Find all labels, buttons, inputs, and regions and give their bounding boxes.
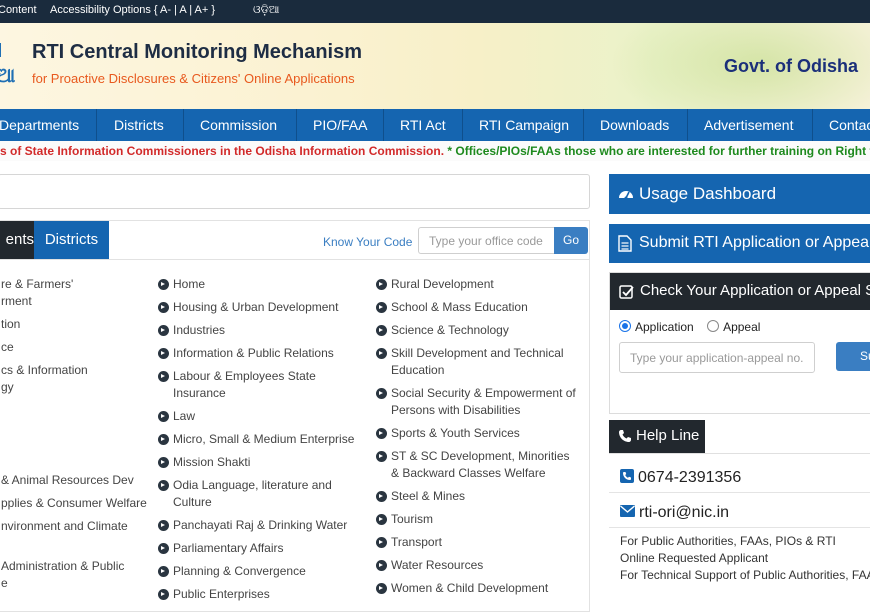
nav-districts[interactable]: Districts	[114, 109, 164, 141]
ticker-text-green: * Offices/PIOs/FAAs those who are intere…	[447, 144, 870, 158]
arrow-circle-icon	[158, 302, 169, 313]
helpline-note-3: For Technical Support of Public Authorit…	[620, 568, 870, 582]
arrow-circle-icon	[376, 560, 387, 571]
nav-rti-act[interactable]: RTI Act	[400, 109, 446, 141]
nav-departments[interactable]: Departments	[0, 109, 79, 141]
list-item[interactable]: cs & Information	[1, 362, 88, 379]
check-application-header: Check Your Application or Appeal S	[610, 273, 870, 310]
list-item[interactable]: Administration & Public	[1, 558, 124, 575]
nav-rti-campaign[interactable]: RTI Campaign	[479, 109, 569, 141]
arrow-circle-icon	[376, 348, 387, 359]
skip-to-content-link[interactable]: Content	[0, 4, 37, 16]
divider	[609, 492, 870, 493]
arrow-circle-icon	[158, 543, 169, 554]
nav-advertisement[interactable]: Advertisement	[704, 109, 793, 141]
ticker-text-red: s of State Information Commissioners in …	[0, 144, 445, 158]
tab-districts[interactable]: Districts	[34, 221, 109, 259]
arrow-circle-icon	[376, 388, 387, 399]
list-item[interactable]: tion	[1, 316, 20, 333]
arrow-circle-icon	[376, 325, 387, 336]
logo[interactable]: ଆ	[0, 43, 15, 105]
tab-bar: ents Districts Know Your Code Go	[0, 221, 589, 260]
phone-square-icon	[620, 469, 634, 483]
check-application-panel: Check Your Application or Appeal S Appli…	[609, 272, 870, 414]
tab-departments[interactable]: ents	[0, 221, 34, 259]
nav-contact[interactable]: Contac	[829, 109, 870, 141]
submit-rti-label: Submit RTI Application or Appea	[639, 234, 870, 251]
radio-appeal[interactable]: Appeal	[707, 320, 760, 334]
radio-unselected-icon	[707, 320, 720, 332]
arrow-circle-icon	[158, 434, 169, 445]
arrow-circle-icon	[158, 480, 169, 491]
helpline-email[interactable]: rti-ori@nic.in	[620, 504, 729, 522]
office-code-input[interactable]	[418, 227, 554, 254]
nav-pio-faa[interactable]: PIO/FAA	[313, 109, 367, 141]
site-subtitle: for Proactive Disclosures & Citizens' On…	[32, 71, 355, 86]
check-submit-button[interactable]: Su	[836, 342, 870, 371]
divider	[609, 453, 870, 454]
radio-application[interactable]: Application	[619, 320, 694, 334]
helpline-title: Help Line	[636, 427, 700, 444]
list-item[interactable]: re & Farmers'	[1, 276, 73, 293]
arrow-circle-icon	[158, 520, 169, 531]
odia-language-link[interactable]: ଓଡ଼ିଆ	[253, 4, 279, 17]
helpline-note-2: Online Requested Applicant	[620, 551, 769, 565]
helpline-panel: Help Line 0674-2391356 rti-ori@nic.in Fo…	[609, 420, 870, 600]
nav-commission[interactable]: Commission	[200, 109, 277, 141]
list-item[interactable]: & Animal Resources Dev	[1, 472, 134, 489]
radio-selected-icon	[619, 320, 631, 332]
helpline-note-1: For Public Authorities, FAAs, PIOs & RTI	[620, 534, 836, 548]
arrow-circle-icon	[158, 348, 169, 359]
document-icon	[618, 235, 632, 252]
arrow-circle-icon	[158, 589, 169, 600]
dashboard-gauge-icon	[619, 191, 633, 200]
news-ticker[interactable]: s of State Information Commissioners in …	[0, 141, 870, 161]
phone-icon	[619, 430, 631, 442]
helpline-phone[interactable]: 0674-2391356	[620, 469, 741, 487]
arrow-circle-icon	[376, 451, 387, 462]
go-button[interactable]: Go	[554, 227, 588, 254]
list-item[interactable]: rment	[1, 293, 32, 310]
envelope-icon	[620, 505, 635, 517]
divider	[609, 527, 870, 528]
arrow-circle-icon	[376, 428, 387, 439]
govt-of-odisha: Govt. of Odisha	[724, 56, 859, 76]
arrow-circle-icon	[158, 566, 169, 577]
list-item[interactable]: e	[1, 575, 8, 592]
arrow-circle-icon	[376, 491, 387, 502]
check-application-title: Check Your Application or Appeal S	[640, 282, 870, 299]
list-item[interactable]: pplies & Consumer Welfare	[1, 495, 147, 512]
submit-rti-button[interactable]: Submit RTI Application or Appea	[609, 224, 870, 263]
usage-dashboard-button[interactable]: Usage Dashboard	[609, 174, 870, 214]
application-type-radios: Application Appeal	[619, 320, 760, 334]
arrow-circle-icon	[158, 411, 169, 422]
arrow-circle-icon	[158, 279, 169, 290]
global-search-input[interactable]	[0, 174, 590, 209]
checkbox-icon	[619, 285, 634, 299]
arrow-circle-icon	[376, 583, 387, 594]
arrow-circle-icon	[376, 514, 387, 525]
site-title: RTI Central Monitoring Mechanism	[32, 41, 363, 63]
arrow-circle-icon	[376, 279, 387, 290]
helpline-header: Help Line	[609, 420, 705, 453]
departments-panel: ents Districts Know Your Code Go re & Fa…	[0, 220, 590, 612]
list-item[interactable]: gy	[1, 379, 14, 396]
accessibility-options[interactable]: Accessibility Options { A- | A | A+ }	[50, 4, 215, 16]
nav-downloads[interactable]: Downloads	[600, 109, 669, 141]
list-item[interactable]: ce	[1, 339, 14, 356]
arrow-circle-icon	[158, 457, 169, 468]
top-bar: Content Accessibility Options { A- | A |…	[0, 0, 870, 23]
arrow-circle-icon	[376, 302, 387, 313]
application-number-input[interactable]	[619, 342, 815, 373]
know-your-code-link[interactable]: Know Your Code	[323, 235, 412, 249]
site-header: ଆ RTI Central Monitoring Mechanism for P…	[0, 23, 870, 109]
usage-dashboard-label: Usage Dashboard	[639, 184, 777, 203]
main-nav: Departments Districts Commission PIO/FAA…	[0, 109, 870, 141]
arrow-circle-icon	[158, 325, 169, 336]
list-item[interactable]: nvironment and Climate	[1, 518, 128, 535]
arrow-circle-icon	[376, 537, 387, 548]
arrow-circle-icon	[158, 371, 169, 382]
